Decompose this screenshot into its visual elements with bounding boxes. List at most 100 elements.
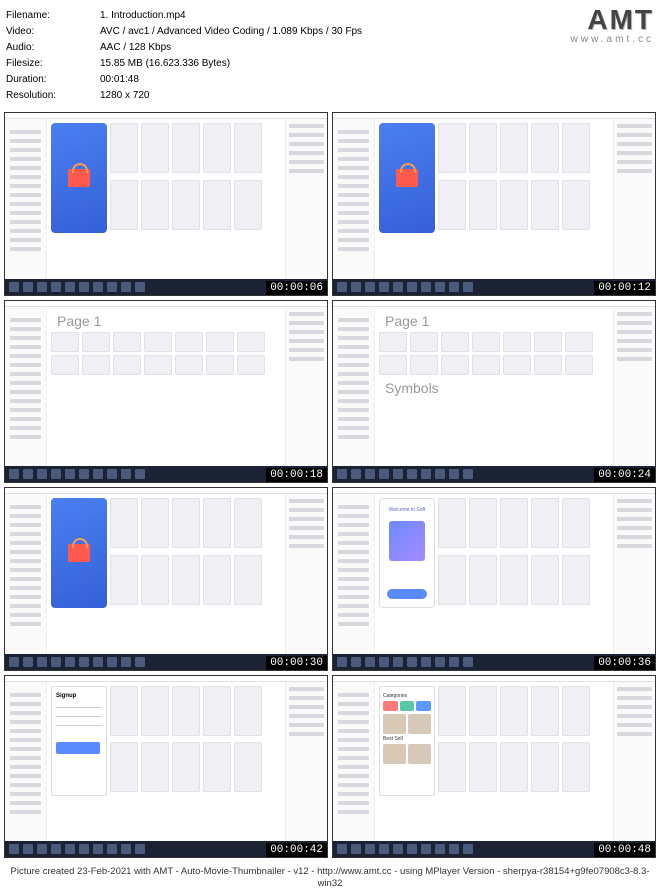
taskbar-item	[435, 844, 445, 854]
sidebar-item	[338, 595, 369, 599]
sidebar-item	[10, 720, 41, 724]
sidebar-item	[10, 148, 41, 152]
artboard-grid	[110, 123, 281, 233]
phone-preview-categories: CategoriesBest Sell	[379, 686, 435, 796]
sidebar-item	[338, 184, 369, 188]
sidebar-item	[338, 532, 369, 536]
chip	[416, 701, 431, 711]
sidebar-item	[10, 435, 41, 439]
video-thumbnail: Page 100:00:18	[4, 300, 328, 484]
meta-label: Resolution:	[6, 88, 100, 104]
video-thumbnail: CategoriesBest Sell 00:00:48	[332, 675, 656, 859]
taskbar-item	[449, 657, 459, 667]
sidebar-item	[617, 142, 652, 146]
sidebar-item	[338, 229, 369, 233]
sidebar-item	[289, 526, 324, 530]
artboard	[237, 355, 265, 375]
sidebar-item	[617, 160, 652, 164]
taskbar-item	[337, 282, 347, 292]
canvas-area: Signup	[47, 682, 285, 842]
artboard	[110, 742, 138, 792]
sidebar-item	[617, 499, 652, 503]
taskbar-item	[407, 844, 417, 854]
sidebar-item	[10, 729, 41, 733]
taskbar-item	[23, 469, 33, 479]
taskbar-item	[449, 282, 459, 292]
window-body: Welcome to Soft	[333, 494, 655, 654]
taskbar-item	[9, 844, 19, 854]
window-body	[5, 119, 327, 279]
sidebar-item	[10, 505, 41, 509]
sidebar-item	[289, 499, 324, 503]
artboard	[141, 498, 169, 548]
sidebar-item	[338, 622, 369, 626]
meta-row-resolution: Resolution: 1280 x 720	[6, 88, 654, 104]
artboard	[500, 123, 528, 173]
sidebar-item	[10, 318, 41, 322]
sidebar-item	[289, 133, 324, 137]
sidebar-item	[617, 330, 652, 334]
sidebar-item	[617, 348, 652, 352]
artboard	[113, 332, 141, 352]
inspector-sidebar	[613, 119, 655, 279]
sidebar-item	[338, 435, 369, 439]
taskbar-item	[379, 657, 389, 667]
artboard	[469, 498, 497, 548]
taskbar-item	[107, 469, 117, 479]
sidebar-item	[289, 142, 324, 146]
sidebar-item	[289, 312, 324, 316]
chip	[400, 701, 415, 711]
taskbar-item	[51, 657, 61, 667]
artboard	[110, 686, 138, 736]
artboard	[110, 123, 138, 173]
artboard	[379, 332, 407, 352]
taskbar-item	[9, 469, 19, 479]
categories-title: Categories	[383, 693, 431, 699]
artboard	[438, 123, 466, 173]
sidebar-item	[10, 381, 41, 385]
timestamp: 00:00:06	[266, 281, 327, 295]
sidebar-item	[338, 157, 369, 161]
phone-preview-cart	[379, 123, 435, 233]
layers-sidebar	[333, 119, 375, 279]
sidebar-item	[338, 523, 369, 527]
taskbar-item	[463, 844, 473, 854]
taskbar-item	[107, 282, 117, 292]
inspector-sidebar	[285, 682, 327, 842]
sidebar-item	[338, 765, 369, 769]
layers-sidebar	[333, 494, 375, 654]
taskbar-item	[135, 844, 145, 854]
timestamp: 00:00:48	[594, 843, 655, 857]
amt-logo: AMT www.amt.cc	[571, 6, 654, 45]
layers-sidebar	[5, 494, 47, 654]
artboard	[203, 180, 231, 230]
metadata-header: Filename: 1. Introduction.mp4 Video: AVC…	[0, 0, 660, 108]
sidebar-item	[338, 613, 369, 617]
artboard	[234, 555, 262, 605]
sidebar-item	[10, 604, 41, 608]
artboard-grid	[110, 686, 281, 796]
taskbar-item	[135, 657, 145, 667]
sidebar-item	[10, 523, 41, 527]
sidebar-item	[617, 312, 652, 316]
taskbar-item	[351, 469, 361, 479]
timestamp: 00:00:42	[266, 843, 327, 857]
taskbar-item	[407, 282, 417, 292]
meta-label: Filesize:	[6, 56, 100, 72]
sidebar-item	[289, 696, 324, 700]
taskbar-item	[337, 657, 347, 667]
sidebar-item	[10, 783, 41, 787]
meta-row-audio: Audio: AAC / 128 Kbps	[6, 40, 654, 56]
window-body: Page 1Symbols	[333, 307, 655, 467]
layers-sidebar	[333, 307, 375, 467]
sidebar-item	[338, 193, 369, 197]
artboard	[379, 355, 407, 375]
sidebar-item	[10, 747, 41, 751]
sidebar-item	[10, 810, 41, 814]
product-image	[408, 714, 431, 734]
artboard	[82, 332, 110, 352]
product-image	[408, 744, 431, 764]
artboard	[531, 498, 559, 548]
sidebar-item	[617, 151, 652, 155]
welcome-illustration	[389, 521, 425, 561]
